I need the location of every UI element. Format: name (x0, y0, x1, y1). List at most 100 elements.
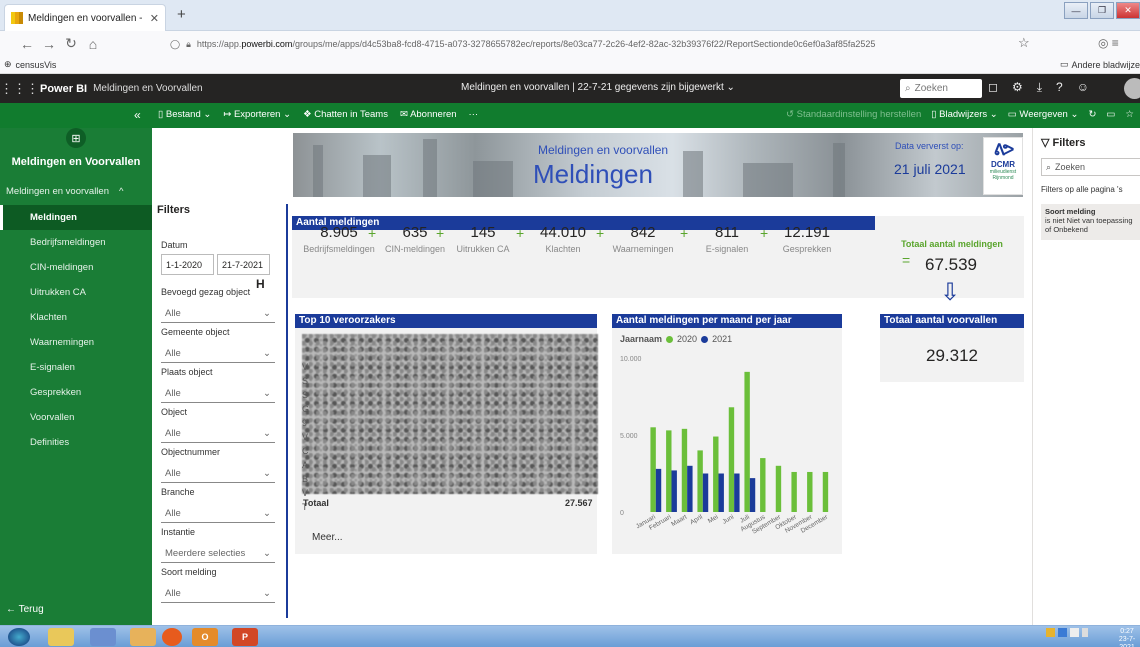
explorer-icon[interactable] (48, 628, 74, 646)
legend-entry[interactable]: 2020 (677, 334, 697, 344)
slicer-dropdown[interactable]: Alle ⌄ (161, 505, 275, 523)
report-status[interactable]: Meldingen en voorvallen | 22-7-21 gegeve… (461, 82, 735, 93)
bar-2020-april[interactable] (697, 450, 703, 512)
firefox-icon[interactable] (162, 628, 182, 646)
sidebar-item-klachten[interactable]: Klachten (0, 305, 152, 330)
export-menu[interactable]: ↦ Exporteren ⌄ (223, 109, 291, 120)
reload-icon[interactable]: ↻ (60, 35, 82, 52)
slicer-dropdown[interactable]: Alle ⌄ (161, 305, 275, 323)
bar-2021-januari[interactable] (655, 468, 662, 512)
close-tab-icon[interactable]: ✕ (150, 12, 159, 25)
avatar[interactable] (1124, 78, 1140, 99)
app-icon: ⊞ (66, 128, 86, 148)
new-tab-button[interactable]: + (177, 6, 186, 23)
clock[interactable]: 0:2723-7-2021 (1114, 628, 1140, 647)
slicer-dropdown[interactable]: Meerdere selecties ⌄ (161, 545, 275, 563)
bar-2021-februari[interactable] (671, 470, 677, 512)
data-refreshed-label: Data ververst op: (895, 141, 964, 151)
bar-2021-april[interactable] (702, 473, 709, 513)
home-icon[interactable]: ⌂ (82, 36, 104, 52)
bar-2020-juli[interactable] (744, 371, 750, 512)
collapse-nav-icon[interactable]: « (134, 108, 141, 122)
back-button[interactable]: ← Terug (6, 604, 44, 615)
bookmark-censusvis[interactable]: censusVis (16, 60, 57, 70)
bar-2020-oktober[interactable] (791, 471, 797, 512)
download-icon[interactable]: ⤓ (1037, 80, 1042, 95)
tray-icon[interactable] (1058, 628, 1067, 637)
sidebar-item-cin-meldingen[interactable]: CIN-meldingen (0, 255, 152, 280)
search-input[interactable]: ⌕ Zoeken (900, 79, 982, 98)
file-menu[interactable]: ▯ Bestand ⌄ (158, 109, 211, 120)
sidebar-item-e-signalen[interactable]: E-signalen (0, 355, 152, 380)
bar-2021-maart[interactable] (687, 465, 693, 512)
bookmark-star-icon[interactable]: ☆ (1018, 35, 1030, 51)
help-icon[interactable]: ? (1056, 80, 1063, 95)
slicer-dropdown[interactable]: Alle ⌄ (161, 345, 275, 363)
feedback-icon[interactable]: ☺ (1077, 80, 1089, 95)
start-icon[interactable] (8, 628, 30, 646)
network-icon[interactable] (90, 628, 116, 646)
bookmarks-menu[interactable]: ▯ Bladwijzers ⌄ (931, 109, 998, 120)
notifications-icon[interactable]: ◻ (988, 80, 998, 95)
minimize-button[interactable]: — (1064, 2, 1088, 19)
maximize-button[interactable]: ❐ (1090, 2, 1114, 19)
bar-2020-februari[interactable] (666, 430, 672, 512)
teams-button[interactable]: ❖ Chatten in Teams (303, 109, 388, 120)
favorite-icon[interactable]: ☆ (1125, 109, 1134, 120)
sidebar-item-gesprekken[interactable]: Gesprekken (0, 380, 152, 405)
bar-2020-juni[interactable] (728, 407, 735, 512)
back-icon[interactable]: ← (16, 36, 38, 52)
workspace-name[interactable]: Meldingen en Voorvallen (93, 83, 203, 94)
date-slider-handle-icon[interactable]: H (256, 277, 265, 291)
sidebar-item-bedrijfsmeldingen[interactable]: Bedrijfsmeldingen (0, 230, 152, 255)
pocket-icon[interactable]: ◎ ≡ (1098, 36, 1119, 50)
slicer-dropdown[interactable]: Alle ⌄ (161, 425, 275, 443)
more-options[interactable]: ··· (469, 109, 479, 120)
legend-entry[interactable]: 2021 (712, 334, 732, 344)
slicer-dropdown[interactable]: Alle ⌄ (161, 385, 275, 403)
view-menu[interactable]: ▭ Weergeven ⌄ (1008, 109, 1079, 120)
bar-2020-december[interactable] (822, 471, 829, 512)
other-bookmarks[interactable]: ▭ Andere bladwijze (1060, 59, 1140, 70)
comment-icon[interactable]: ▭ (1106, 109, 1115, 120)
slicer-dropdown[interactable]: Alle ⌄ (161, 465, 275, 483)
powerpoint-icon[interactable]: P (232, 628, 258, 646)
bar-2021-mei[interactable] (718, 473, 724, 513)
divider (286, 204, 288, 618)
more-link[interactable]: Meer... (312, 532, 343, 543)
tray-icon[interactable] (1046, 628, 1055, 637)
bar-2020-november[interactable] (807, 471, 813, 512)
bar-2020-januari[interactable] (650, 427, 656, 512)
filter-search-input[interactable]: ⌕ Zoeken (1041, 158, 1140, 176)
filter-card[interactable]: Soort melding is niet Niet van toepassin… (1041, 204, 1140, 240)
paint-icon[interactable] (130, 628, 156, 646)
sidebar-item-voorvallen[interactable]: Voorvallen (0, 405, 152, 430)
date-to-input[interactable]: 21-7-2021 (217, 254, 270, 275)
outlook-icon[interactable]: O (192, 628, 218, 646)
sidebar-item-meldingen[interactable]: Meldingen (0, 205, 152, 230)
sidebar-item-uitrukken-ca[interactable]: Uitrukken CA (0, 280, 152, 305)
subscribe-button[interactable]: ✉ Abonneren (400, 109, 457, 120)
sidebar-item-waarnemingen[interactable]: Waarnemingen (0, 330, 152, 355)
bar-2021-juli[interactable] (749, 478, 756, 512)
bar-2020-september[interactable] (775, 465, 782, 512)
close-window-button[interactable]: ✕ (1116, 2, 1140, 19)
chevron-down-icon: ⌄ (263, 428, 271, 439)
forward-icon[interactable]: → (38, 36, 60, 52)
bar-2020-mei[interactable] (713, 436, 719, 512)
sidebar-item-definities[interactable]: Definities (0, 430, 152, 455)
nav-section[interactable]: Meldingen en voorvallen ^ (6, 186, 123, 197)
bar-2020-maart[interactable] (681, 428, 688, 512)
bar-2021-juni[interactable] (734, 473, 740, 513)
url-bar[interactable]: ◯ 🔒︎ https://app.powerbi.com/groups/me/a… (170, 34, 1030, 54)
bar-2020-augustus[interactable] (760, 458, 766, 512)
tray-icon[interactable] (1070, 628, 1079, 637)
slicer-dropdown[interactable]: Alle ⌄ (161, 585, 275, 603)
settings-icon[interactable]: ⚙ (1012, 80, 1023, 95)
powerbi-brand[interactable]: Power BI (40, 83, 87, 95)
browser-tab[interactable]: Meldingen en voorvallen - Pow ✕ (4, 4, 166, 31)
app-launcher-icon[interactable]: ⋮⋮⋮ (0, 81, 39, 97)
date-from-input[interactable]: 1-1-2020 (161, 254, 214, 275)
refresh-icon[interactable]: ↻ (1088, 109, 1096, 120)
volume-icon[interactable] (1082, 628, 1088, 637)
